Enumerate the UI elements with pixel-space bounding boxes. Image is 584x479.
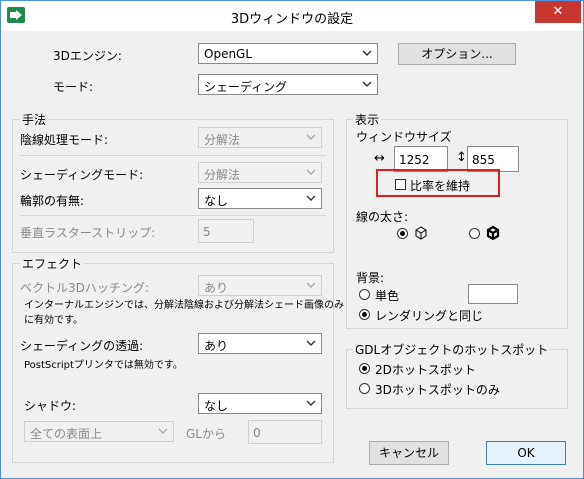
mode-select[interactable]: シェーディング: [198, 74, 378, 95]
raster-strip-field[interactable]: 5: [198, 219, 254, 243]
thin-line-cube-icon: [415, 226, 427, 240]
gl-label: GLから: [186, 427, 226, 441]
mode-label: モード:: [53, 80, 94, 94]
vector-hatching-select[interactable]: あり: [198, 275, 322, 296]
effects-group-title: エフェクト: [20, 255, 85, 272]
engine-select[interactable]: OpenGL: [198, 43, 378, 64]
transparency-select[interactable]: あり: [198, 333, 322, 354]
shadow-value: なし: [204, 399, 229, 413]
chevron-down-icon: [306, 169, 316, 175]
width-icon: ↔: [374, 151, 385, 166]
window-size-label: ウィンドウサイズ: [356, 130, 452, 144]
background-label: 背景:: [356, 271, 385, 285]
surface-select[interactable]: 全ての表面上: [24, 421, 174, 442]
shading-mode-label: シェーディングモード:: [20, 168, 144, 182]
ok-button[interactable]: OK: [486, 441, 566, 465]
shading-mode-select[interactable]: 分解法: [198, 162, 322, 183]
postscript-note: PostScriptプリンタでは無効です。: [24, 360, 183, 371]
gl-offset-field[interactable]: 0: [248, 420, 322, 444]
chevron-down-icon: [362, 50, 372, 56]
gdl-group-title: GDLオブジェクトのホットスポット: [353, 341, 551, 358]
shadow-select[interactable]: なし: [198, 393, 322, 414]
gdl-3d-radio[interactable]: [359, 383, 370, 394]
bg-same-label: レンダリングと同じ: [375, 309, 484, 323]
options-button[interactable]: オプション...: [398, 43, 516, 65]
height-value: 855: [472, 153, 495, 167]
engine-value: OpenGL: [204, 47, 253, 61]
dialog-window: 3Dウィンドウの設定 ✕ 3Dエンジン: OpenGL オプション... モード…: [0, 0, 584, 479]
height-icon: ↕: [456, 150, 467, 165]
engine-label: 3Dエンジン:: [53, 49, 122, 63]
vector-note-line-1: インターナルエンジンでは、分解法陰線および分解法シェード画像のみ: [24, 300, 344, 311]
chevron-down-icon: [306, 400, 316, 406]
contour-label: 輪郭の有無:: [20, 194, 85, 208]
gdl-group: [346, 349, 568, 409]
dialog-body: 3Dエンジン: OpenGL オプション... モード: シェーディング 手法 …: [8, 31, 576, 471]
gdl-2d-radio[interactable]: [359, 363, 370, 374]
gdl-3d-label: 3Dホットスポットのみ: [375, 383, 500, 397]
raster-strip-label: 垂直ラスターストリップ:: [20, 226, 156, 240]
hidden-line-value: 分解法: [204, 133, 241, 147]
bg-same-radio[interactable]: [359, 309, 370, 320]
window-title: 3Dウィンドウの設定: [230, 12, 354, 27]
line-width-label: 線の太さ:: [356, 210, 409, 224]
hidden-line-label: 陰線処理モード:: [20, 133, 109, 147]
bg-color-swatch[interactable]: [468, 284, 518, 304]
divider: [20, 215, 326, 216]
line-width-thin-radio[interactable]: [397, 228, 408, 239]
shading-mode-value: 分解法: [204, 168, 241, 182]
chevron-down-icon: [306, 282, 316, 288]
transparency-value: あり: [204, 339, 229, 353]
chevron-down-icon: [362, 81, 372, 87]
chevron-down-icon: [306, 195, 316, 201]
thick-line-cube-icon: [486, 225, 500, 241]
title-bar[interactable]: 3Dウィンドウの設定 ✕: [1, 1, 583, 31]
cancel-button[interactable]: キャンセル: [369, 441, 449, 465]
bg-solid-label: 単色: [375, 289, 400, 303]
keep-ratio-label: 比率を維持: [410, 179, 471, 193]
raster-strip-value: 5: [203, 225, 211, 239]
line-width-thick-radio[interactable]: [469, 228, 480, 239]
method-group-title: 手法: [20, 111, 49, 128]
gdl-2d-label: 2Dホットスポット: [375, 363, 476, 377]
contour-select[interactable]: なし: [198, 188, 322, 209]
hidden-line-select[interactable]: 分解法: [198, 127, 322, 148]
keep-ratio-checkbox[interactable]: [395, 179, 406, 190]
transparency-label: シェーディングの透過:: [20, 339, 144, 353]
display-group-title: 表示: [353, 111, 382, 128]
bg-solid-radio[interactable]: [359, 289, 370, 300]
vector-hatching-value: あり: [204, 281, 229, 295]
vector-hatching-label: ベクトル3Dハッチング:: [20, 281, 149, 295]
surface-value: 全ての表面上: [30, 427, 103, 441]
mode-value: シェーディング: [204, 80, 288, 94]
gl-offset-value: 0: [253, 426, 261, 440]
width-value: 1252: [399, 153, 430, 167]
close-button[interactable]: ✕: [535, 1, 581, 23]
chevron-down-icon: [158, 428, 168, 434]
chevron-down-icon: [306, 340, 316, 346]
shadow-label: シャドウ:: [24, 399, 77, 413]
chevron-down-icon: [306, 134, 316, 140]
contour-value: なし: [204, 194, 229, 208]
vector-note-line-2: に有効です。: [24, 315, 83, 326]
divider: [20, 155, 326, 156]
